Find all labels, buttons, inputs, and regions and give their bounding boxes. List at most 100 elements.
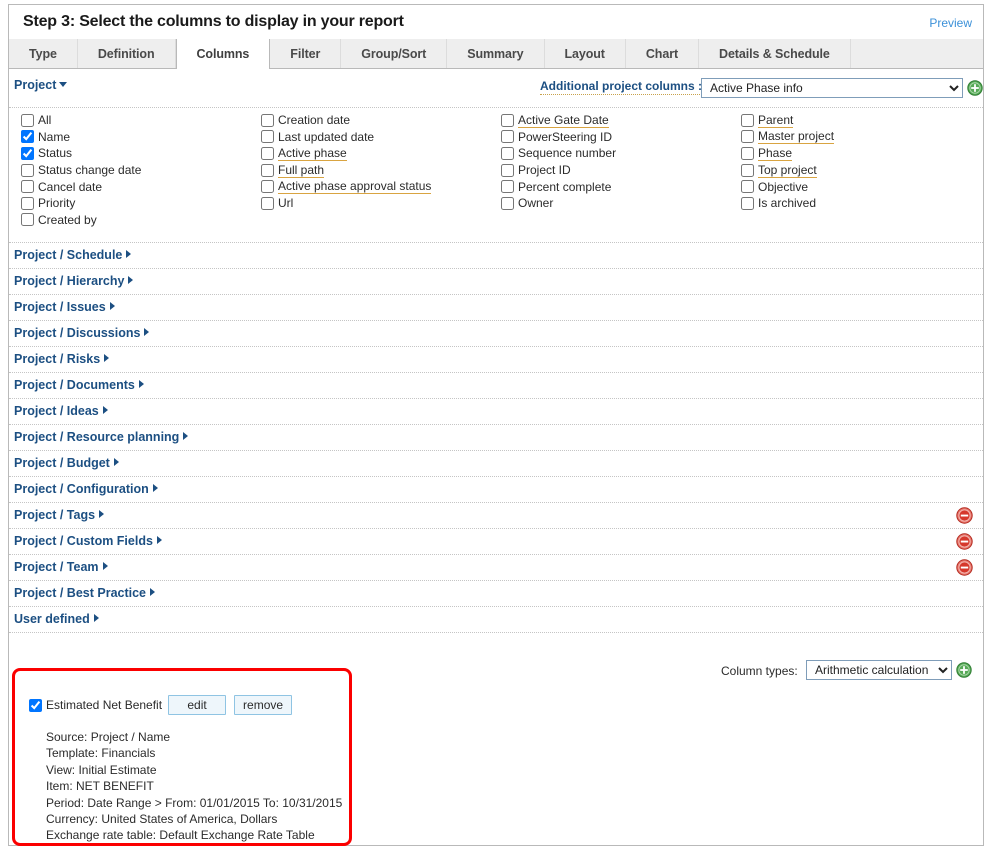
plus-circle-icon[interactable] bbox=[967, 80, 983, 96]
plus-circle-icon[interactable] bbox=[956, 662, 972, 678]
section-link-project-hierarchy[interactable]: Project / Hierarchy bbox=[14, 274, 134, 288]
checkbox-url[interactable] bbox=[261, 196, 274, 210]
checkbox-priority[interactable] bbox=[21, 196, 34, 210]
column-checkbox-label[interactable]: Parent bbox=[758, 113, 794, 128]
column-types-select[interactable]: Arithmetic calculation bbox=[806, 660, 952, 680]
edit-button[interactable]: edit bbox=[168, 695, 227, 715]
checkbox-last-updated-date[interactable] bbox=[261, 130, 274, 144]
section-link-project-configuration[interactable]: Project / Configuration bbox=[14, 482, 158, 496]
checkbox-sequence-number[interactable] bbox=[501, 146, 514, 160]
custom-column-checkbox[interactable] bbox=[29, 698, 42, 712]
checkbox-status[interactable] bbox=[21, 146, 34, 160]
tab-columns[interactable]: Columns bbox=[175, 39, 271, 69]
checkbox-active-gate-date[interactable] bbox=[501, 113, 514, 127]
remove-circle-icon[interactable] bbox=[956, 559, 973, 576]
custom-column-detail-line: Currency: United States of America, Doll… bbox=[46, 812, 278, 827]
section-link-project-best-practice[interactable]: Project / Best Practice bbox=[14, 586, 156, 600]
column-checkbox-label[interactable]: Priority bbox=[38, 196, 75, 210]
column-checkbox-label[interactable]: Status change date bbox=[38, 163, 141, 177]
remove-circle-icon[interactable] bbox=[956, 507, 973, 524]
column-checkbox-label[interactable]: Creation date bbox=[278, 113, 350, 127]
column-checkbox-label[interactable]: Name bbox=[38, 130, 70, 144]
custom-column-detail-line: Period: Date Range > From: 01/01/2015 To… bbox=[46, 795, 343, 810]
column-checkbox-label[interactable]: Last updated date bbox=[278, 130, 374, 144]
checkbox-status-change-date[interactable] bbox=[21, 163, 34, 177]
tab-group-sort[interactable]: Group/Sort bbox=[341, 39, 448, 68]
column-checkbox-label[interactable]: Owner bbox=[518, 196, 553, 210]
section-link-project-budget[interactable]: Project / Budget bbox=[14, 456, 119, 470]
tab-summary[interactable]: Summary bbox=[447, 39, 545, 68]
section-link-project-risks[interactable]: Project / Risks bbox=[14, 352, 110, 366]
tab-filter[interactable]: Filter bbox=[270, 39, 342, 68]
column-checkbox-label[interactable]: Objective bbox=[758, 180, 808, 194]
custom-column-detail-line: Item: NET BENEFIT bbox=[46, 779, 154, 794]
column-checkbox-label[interactable]: Cancel date bbox=[38, 180, 102, 194]
checkbox-top-project[interactable] bbox=[741, 163, 754, 177]
checkbox-name[interactable] bbox=[21, 130, 34, 144]
column-checkbox-row: Url bbox=[261, 195, 431, 212]
column-checkbox-label[interactable]: Project ID bbox=[518, 163, 571, 177]
section-link-project-resource-planning[interactable]: Project / Resource planning bbox=[14, 430, 189, 444]
tab-layout[interactable]: Layout bbox=[544, 39, 626, 68]
section-link-project-issues[interactable]: Project / Issues bbox=[14, 300, 115, 314]
section-link-project-tags[interactable]: Project / Tags bbox=[14, 508, 105, 522]
column-checkbox-label[interactable]: Top project bbox=[758, 163, 817, 178]
column-checkbox-label[interactable]: Percent complete bbox=[518, 180, 611, 194]
column-checkbox-label[interactable]: PowerSteering ID bbox=[518, 130, 612, 144]
section-link-project-discussions[interactable]: Project / Discussions bbox=[14, 326, 150, 340]
checkbox-active-phase[interactable] bbox=[261, 146, 274, 160]
section-link-user-defined[interactable]: User defined bbox=[14, 612, 99, 626]
section-link-project-schedule[interactable]: Project / Schedule bbox=[14, 248, 132, 262]
remove-circle-icon[interactable] bbox=[956, 533, 973, 550]
column-checkbox-label[interactable]: Url bbox=[278, 196, 293, 210]
column-checkbox-label[interactable]: Is archived bbox=[758, 196, 816, 210]
checkbox-objective[interactable] bbox=[741, 180, 754, 194]
column-checkbox-label[interactable]: Full path bbox=[278, 163, 325, 178]
checkbox-project-id[interactable] bbox=[501, 163, 514, 177]
additional-project-columns-label[interactable]: Additional project columns : bbox=[540, 79, 703, 95]
checkbox-percent-complete[interactable] bbox=[501, 180, 514, 194]
column-checkbox-label[interactable]: Status bbox=[38, 146, 72, 160]
column-checkbox-row: Active phase bbox=[261, 145, 431, 162]
checkbox-powersteering-id[interactable] bbox=[501, 130, 514, 144]
column-checkbox-label[interactable]: Active phase approval status bbox=[278, 179, 432, 195]
tab-definition[interactable]: Definition bbox=[77, 39, 176, 68]
column-checkbox-label[interactable]: Phase bbox=[758, 146, 793, 161]
column-checkbox-label[interactable]: Sequence number bbox=[518, 146, 616, 160]
checkbox-full-path[interactable] bbox=[261, 163, 274, 177]
section-link-project-ideas[interactable]: Project / Ideas bbox=[14, 404, 108, 418]
column-checkbox-label[interactable]: Master project bbox=[758, 129, 835, 145]
column-checkbox-label[interactable]: Active Gate Date bbox=[518, 113, 609, 128]
section-row: Project / Documents bbox=[9, 373, 983, 399]
section-link-project-custom-fields[interactable]: Project / Custom Fields bbox=[14, 534, 162, 548]
preview-link[interactable]: Preview bbox=[929, 16, 972, 30]
section-row: Project / Discussions bbox=[9, 321, 983, 347]
tab-type[interactable]: Type bbox=[9, 39, 78, 68]
section-link-label: Project / Issues bbox=[14, 300, 106, 314]
checkbox-owner[interactable] bbox=[501, 196, 514, 210]
checkbox-parent[interactable] bbox=[741, 113, 754, 127]
section-row: Project / Hierarchy bbox=[9, 269, 983, 295]
additional-project-columns-select[interactable]: Active Phase info bbox=[701, 78, 963, 98]
remove-button[interactable]: remove bbox=[234, 695, 293, 715]
column-checkbox-row: Objective bbox=[741, 178, 834, 195]
column-checkbox-row: Percent complete bbox=[501, 178, 616, 195]
tab-chart[interactable]: Chart bbox=[625, 39, 700, 68]
checkbox-phase[interactable] bbox=[741, 146, 754, 160]
project-group-dropdown[interactable]: Project bbox=[14, 78, 68, 92]
column-checkbox-label[interactable]: Active phase bbox=[278, 146, 347, 161]
section-link-project-documents[interactable]: Project / Documents bbox=[14, 378, 144, 392]
tab-details-schedule[interactable]: Details & Schedule bbox=[699, 39, 851, 68]
checkbox-master-project[interactable] bbox=[741, 130, 754, 144]
checkbox-is-archived[interactable] bbox=[741, 196, 754, 210]
column-checkbox-label[interactable]: All bbox=[38, 113, 51, 127]
checkbox-active-phase-approval-status[interactable] bbox=[261, 180, 274, 194]
column-checkbox-label[interactable]: Created by bbox=[38, 213, 97, 227]
checkbox-cancel-date[interactable] bbox=[21, 180, 34, 194]
tab-label: Type bbox=[29, 46, 57, 61]
section-link-project-team[interactable]: Project / Team bbox=[14, 560, 108, 574]
section-link-label: Project / Custom Fields bbox=[14, 534, 153, 548]
checkbox-all[interactable] bbox=[21, 113, 34, 127]
checkbox-created-by[interactable] bbox=[21, 213, 34, 227]
checkbox-creation-date[interactable] bbox=[261, 113, 274, 127]
